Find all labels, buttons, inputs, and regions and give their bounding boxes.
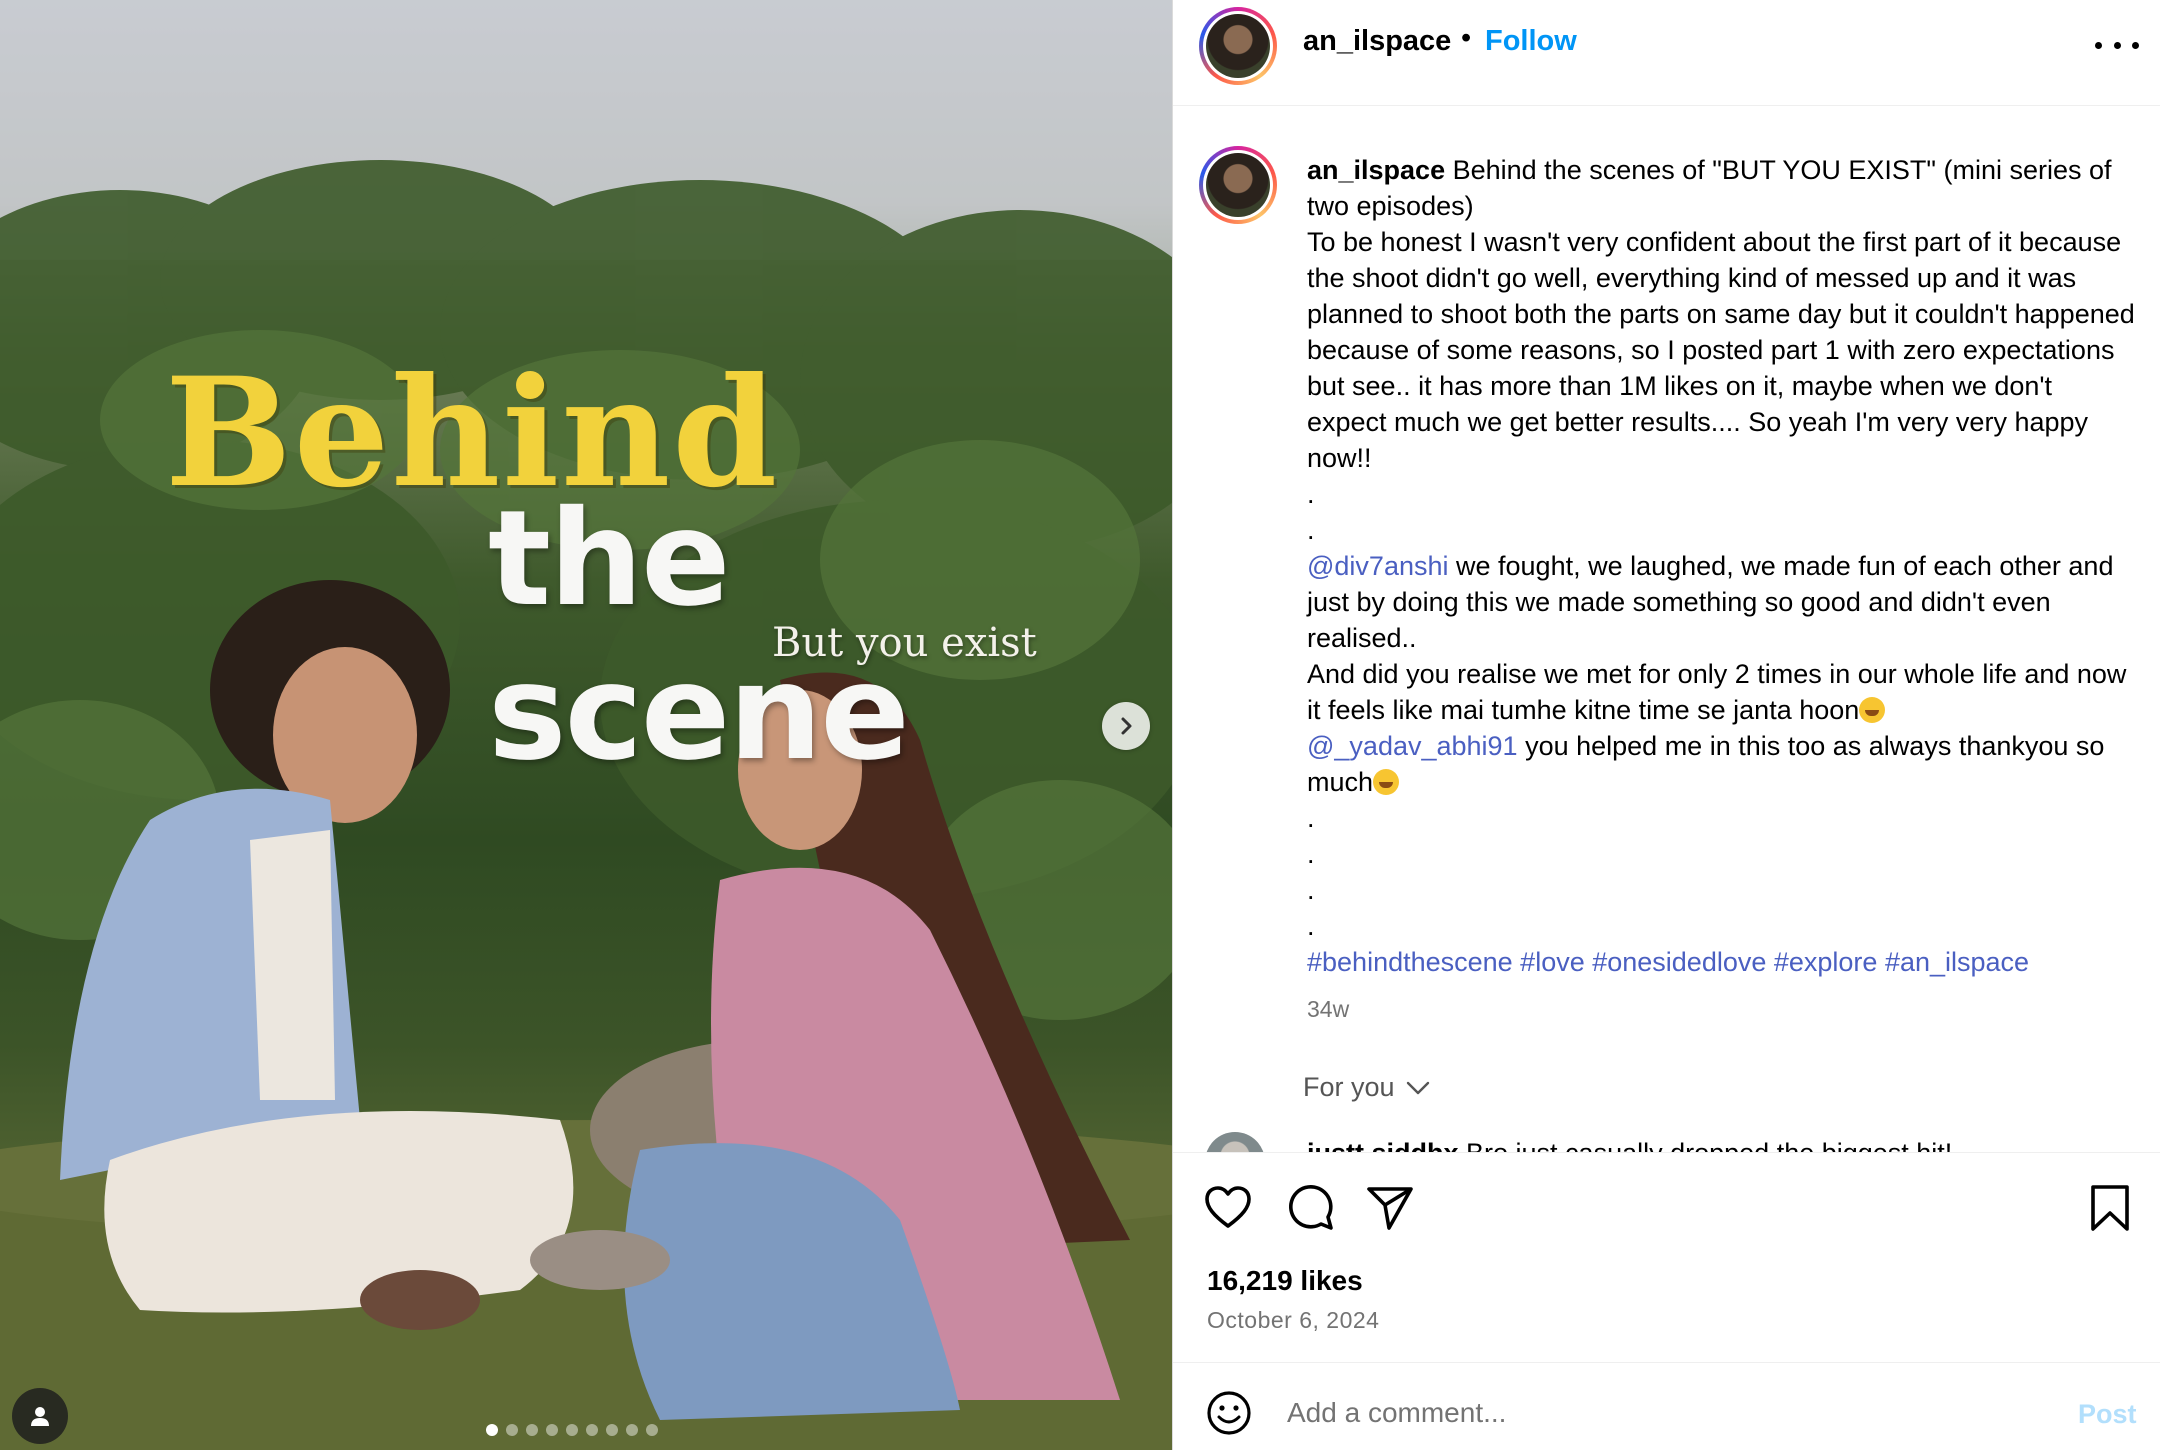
caption-avatar[interactable] <box>1199 146 1277 224</box>
post-media[interactable]: Behind the scene But you exist <box>0 0 1172 1450</box>
header-username[interactable]: an_ilspace <box>1303 25 1451 58</box>
laughing-emoji-icon <box>1859 697 1886 723</box>
caption-text: an_ilspace Behind the scenes of "BUT YOU… <box>1307 152 2137 980</box>
post-date[interactable]: October 6, 2024 <box>1207 1307 1379 1334</box>
carousel-dot <box>586 1424 598 1436</box>
send-icon[interactable] <box>1365 1183 1415 1233</box>
separator-dot: • <box>1461 22 1472 54</box>
comment-input[interactable] <box>1287 1383 1987 1443</box>
caption-dot: . <box>1307 803 1315 833</box>
carousel-dot <box>626 1424 638 1436</box>
carousel-dot <box>526 1424 538 1436</box>
overlay-tagline: But you exist <box>772 620 1037 666</box>
carousel-dot <box>566 1424 578 1436</box>
caption-dot: . <box>1307 479 1315 509</box>
next-slide-button[interactable] <box>1102 702 1150 750</box>
comment-filter-dropdown[interactable]: For you <box>1303 1072 1431 1103</box>
mention-link[interactable]: @div7anshi <box>1307 551 1449 581</box>
smile-icon[interactable] <box>1205 1389 1253 1437</box>
comment-avatar[interactable] <box>1205 1132 1265 1152</box>
bookmark-icon[interactable] <box>2085 1183 2135 1233</box>
follow-button[interactable]: Follow <box>1485 25 1577 58</box>
caption-dot: . <box>1307 515 1315 545</box>
caption-line: And did you realise we met for only 2 ti… <box>1307 659 2127 725</box>
post-header: an_ilspace • Follow <box>1173 0 2160 106</box>
caption-dot: . <box>1307 911 1315 941</box>
comment-text: Bro just casually dropped the biggest hi… <box>1459 1138 1952 1152</box>
like-count[interactable]: 16,219 likes <box>1207 1265 1363 1297</box>
avatar[interactable] <box>1199 7 1277 85</box>
carousel-dot <box>546 1424 558 1436</box>
caption-body: To be honest I wasn't very confident abo… <box>1307 227 2135 473</box>
post-side-panel: an_ilspace • Follow an_ilspace Behind th… <box>1172 0 2160 1450</box>
user-tag-icon <box>31 1407 49 1426</box>
more-horizontal-icon[interactable] <box>2095 30 2139 60</box>
carousel-dot <box>606 1424 618 1436</box>
carousel-dot <box>646 1424 658 1436</box>
chevron-down-icon <box>1406 1081 1429 1094</box>
caption-dot: . <box>1307 839 1315 869</box>
caption-dot: . <box>1307 875 1315 905</box>
mention-link[interactable]: @_yadav_abhi91 <box>1307 731 1518 761</box>
heart-icon[interactable] <box>1203 1183 1253 1233</box>
carousel-dot <box>486 1424 498 1436</box>
post-comment-button[interactable]: Post <box>2078 1399 2137 1430</box>
hashtags[interactable]: #behindthescene #love #onesidedlove #exp… <box>1307 944 2137 980</box>
smiling-emoji-icon <box>1373 769 1400 795</box>
action-bar: 16,219 likes October 6, 2024 <box>1173 1152 2160 1362</box>
caption-username[interactable]: an_ilspace <box>1307 155 1445 185</box>
comment-username[interactable]: justt.siddhx <box>1307 1138 1459 1152</box>
comment-filter-label: For you <box>1303 1072 1395 1102</box>
chevron-right-icon <box>1121 717 1132 735</box>
tagged-users-button[interactable] <box>12 1388 68 1444</box>
carousel-indicator <box>486 1424 658 1436</box>
comment-icon[interactable] <box>1285 1183 1335 1233</box>
carousel-dot <box>506 1424 518 1436</box>
post-age[interactable]: 34w <box>1307 996 1349 1023</box>
caption-scroll-area[interactable]: an_ilspace Behind the scenes of "BUT YOU… <box>1173 106 2160 1152</box>
comment-item: justt.siddhx Bro just casually dropped t… <box>1205 1132 2135 1152</box>
comment-composer: Post <box>1173 1362 2160 1450</box>
